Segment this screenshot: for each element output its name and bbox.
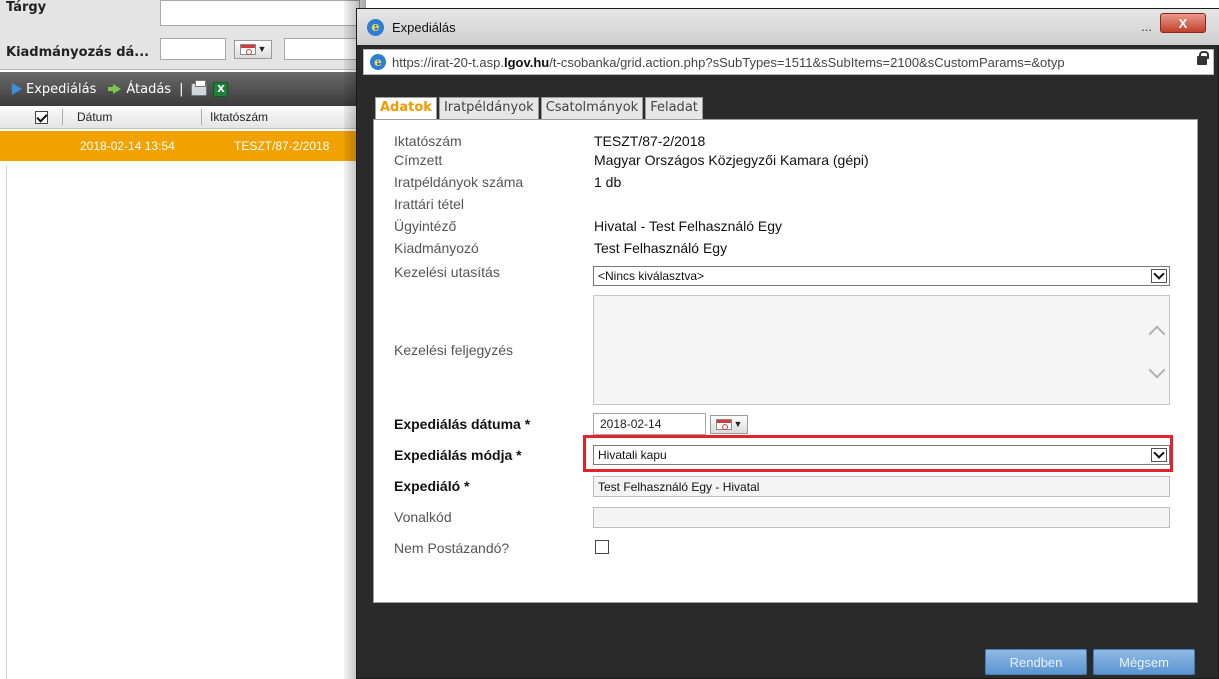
tab-csatolmanyok[interactable]: Csatolmányok bbox=[540, 97, 644, 119]
iratpeldanyok-label: Iratpéldányok száma bbox=[394, 174, 524, 190]
scroll-down-icon[interactable] bbox=[1148, 361, 1166, 379]
dialog-title: Expediálás bbox=[392, 19, 456, 35]
expedition-toolbar-button[interactable]: Expediálás bbox=[10, 82, 96, 97]
chevron-down-icon[interactable] bbox=[1151, 448, 1167, 462]
cimzett-value: Magyar Országos Közjegyzői Kamara (gépi) bbox=[594, 152, 869, 168]
column-separator bbox=[201, 109, 202, 125]
scroll-up-icon[interactable] bbox=[1148, 325, 1166, 343]
printer-icon[interactable] bbox=[191, 79, 208, 96]
handover-toolbar-button[interactable]: Átadás bbox=[108, 82, 171, 97]
ugyintezo-label: Ügyintéző bbox=[394, 218, 457, 234]
tab-bar: Adatok Iratpéldányok Csatolmányok Felada… bbox=[375, 97, 703, 119]
tab-iratpeldanyok[interactable]: Iratpéldányok bbox=[438, 97, 539, 119]
filter-form: Tárgy Kiadmányozás dá... ▼ bbox=[0, 0, 360, 70]
row-date: 2018-02-14 13:54 bbox=[80, 139, 175, 153]
iktatoszam-label: Iktatószám bbox=[394, 133, 462, 149]
column-header-number[interactable]: Iktatószám bbox=[210, 110, 268, 124]
issue-date-label: Kiadmányozás dá... bbox=[6, 45, 150, 60]
nem-postazando-checkbox[interactable] bbox=[595, 540, 609, 554]
form-panel: Iktatószám TESZT/87-2/2018 Címzett Magya… bbox=[373, 119, 1198, 603]
grid-toolbar: Expediálás Átadás | X bbox=[0, 72, 360, 106]
cimzett-label: Címzett bbox=[394, 152, 443, 168]
vonalkod-label: Vonalkód bbox=[394, 509, 452, 525]
subject-label: Tárgy bbox=[6, 0, 47, 15]
ugyintezo-value: Hivatal - Test Felhasználó Egy bbox=[594, 218, 783, 234]
play-icon bbox=[11, 83, 22, 95]
row-number: TESZT/87-2/2018 bbox=[234, 139, 330, 153]
vonalkod-input[interactable] bbox=[593, 507, 1170, 528]
expedialo-input[interactable]: Test Felhasználó Egy - Hivatal bbox=[593, 476, 1170, 497]
iratpeldanyok-value: 1 db bbox=[594, 174, 622, 190]
ie-page-icon: e bbox=[370, 54, 386, 70]
subject-input[interactable] bbox=[160, 0, 360, 26]
handover-toolbar-label: Átadás bbox=[126, 81, 172, 97]
iktatoszam-value: TESZT/87-2/2018 bbox=[594, 133, 706, 149]
expedition-dialog: e Expediálás ... X e https://irat-20-t.a… bbox=[356, 8, 1219, 679]
column-separator bbox=[62, 109, 63, 125]
url-host: lgov.hu bbox=[504, 54, 550, 70]
minimize-button[interactable]: ... bbox=[1141, 19, 1152, 34]
kiadmanyozo-label: Kiadmányozó bbox=[394, 240, 479, 256]
expedialas-modja-label: Expediálás módja * bbox=[394, 447, 522, 463]
expedition-toolbar-label: Expediálás bbox=[26, 81, 97, 97]
chevron-down-icon: ▼ bbox=[733, 419, 743, 429]
date-picker-button[interactable]: ▼ bbox=[710, 415, 748, 434]
calendar-icon bbox=[715, 419, 732, 430]
dialog-titlebar[interactable]: e Expediálás ... X bbox=[357, 9, 1219, 45]
expedialas-datuma-input[interactable]: 2018-02-14 bbox=[593, 413, 706, 435]
expedialas-modja-select[interactable]: Hivatali kapu bbox=[593, 445, 1170, 465]
ok-button[interactable]: Rendben bbox=[985, 649, 1087, 675]
url-prefix: https://irat-20-t.asp. bbox=[392, 54, 504, 70]
irattari-label: Irattári tétel bbox=[394, 196, 465, 212]
lock-icon bbox=[1197, 51, 1209, 65]
kezelesi-utasitas-select[interactable]: <Nincs kiválasztva> bbox=[593, 266, 1170, 286]
select-all-checkbox[interactable] bbox=[35, 110, 48, 124]
calendar-icon bbox=[239, 44, 256, 55]
issue-date-input[interactable] bbox=[160, 38, 226, 60]
expedialas-datuma-label: Expediálás dátuma * bbox=[394, 416, 531, 432]
internet-explorer-icon: e bbox=[367, 18, 384, 36]
grid-header: Dátum Iktatószám bbox=[0, 106, 360, 129]
kezelesi-feljegyzes-label: Kezelési feljegyzés bbox=[394, 342, 514, 358]
toolbar-separator: | bbox=[179, 81, 184, 97]
excel-icon[interactable]: X bbox=[213, 81, 229, 97]
address-bar[interactable]: e https://irat-20-t.asp.lgov.hu/t-csoban… bbox=[363, 49, 1214, 75]
divider bbox=[6, 165, 7, 679]
expedialo-label: Expediáló * bbox=[394, 478, 470, 494]
url-text: https://irat-20-t.asp.lgov.hu/t-csobanka… bbox=[392, 55, 1065, 70]
tab-adatok[interactable]: Adatok bbox=[375, 97, 437, 119]
chevron-down-icon: ▼ bbox=[257, 44, 267, 54]
cancel-button[interactable]: Mégsem bbox=[1093, 649, 1195, 675]
nem-postazando-label: Nem Postázandó? bbox=[394, 540, 510, 556]
tab-feladat[interactable]: Feladat bbox=[645, 97, 703, 119]
forward-arrow-icon bbox=[108, 84, 122, 94]
kezelesi-feljegyzes-textarea[interactable] bbox=[593, 295, 1170, 405]
chevron-down-icon[interactable] bbox=[1151, 269, 1167, 283]
kezelesi-utasitas-value: <Nincs kiválasztva> bbox=[598, 269, 705, 283]
table-row[interactable]: 2018-02-14 13:54 TESZT/87-2/2018 bbox=[0, 131, 360, 161]
kezelesi-utasitas-label: Kezelési utasítás bbox=[394, 264, 500, 280]
close-button[interactable]: X bbox=[1160, 13, 1206, 33]
kiadmanyozo-value: Test Felhasználó Egy bbox=[594, 240, 728, 256]
calendar-button[interactable]: ▼ bbox=[234, 40, 272, 59]
url-rest: /t-csobanka/grid.action.php?sSubTypes=15… bbox=[549, 54, 1065, 70]
column-header-date[interactable]: Dátum bbox=[77, 110, 201, 124]
expedialas-modja-value: Hivatali kapu bbox=[598, 448, 667, 462]
